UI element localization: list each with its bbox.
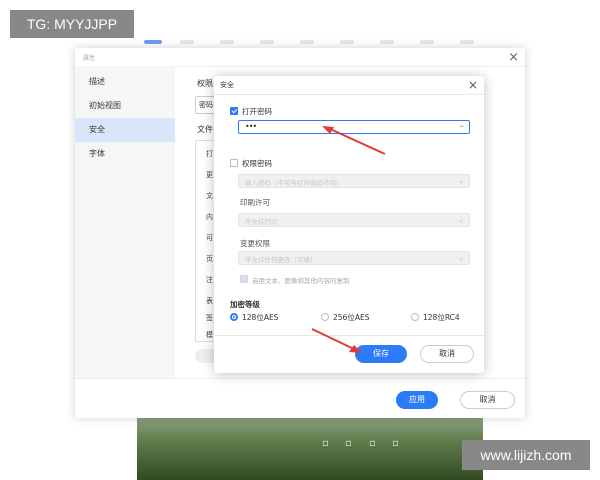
chevron-down-icon: ⌄ — [458, 216, 464, 224]
list-item: 文 — [206, 192, 213, 200]
close-icon[interactable]: × — [508, 50, 519, 65]
copy-content-label: 启用文本、图像和其他内容的复制 — [252, 277, 350, 285]
list-item: 表 — [206, 297, 213, 305]
sidebar-item-label: 初始视图 — [89, 101, 121, 110]
print-value: 不允许打印 — [245, 218, 278, 226]
list-item: 可 — [206, 234, 213, 242]
open-password-checkbox[interactable] — [230, 107, 238, 115]
dialog-title: 安全 — [220, 81, 234, 89]
print-label: 印刷许可 — [240, 198, 270, 207]
encryption-option-aes128: 128位AES — [242, 313, 279, 322]
encryption-radio-aes256[interactable] — [321, 313, 329, 321]
chevron-down-icon: ⌄ — [458, 177, 464, 185]
properties-sidebar: 描述 初始视图 安全 字体 — [75, 66, 175, 378]
cancel-button[interactable]: 取消 — [460, 391, 515, 409]
change-permission-label: 变更权限 — [240, 239, 270, 248]
save-button[interactable]: 保存 — [355, 345, 407, 363]
sidebar-item-label: 安全 — [89, 125, 105, 134]
sidebar-item-security[interactable]: 安全 — [75, 118, 175, 142]
properties-header: 属性 × — [75, 48, 525, 67]
background-photo: ▫ ▫ ▫ ▫ — [137, 418, 483, 480]
dialog-header: 安全 × — [214, 76, 484, 95]
cancel-button[interactable]: 取消 — [420, 345, 474, 363]
encryption-level-label: 加密等级 — [230, 300, 260, 309]
open-password-input[interactable]: ••• ⌣ — [238, 120, 470, 134]
list-item: 页 — [206, 255, 213, 263]
list-item: 模 — [206, 331, 213, 339]
change-permission-select[interactable]: 不允许任何更改（可填） ⌄ — [238, 251, 470, 265]
encryption-option-aes256: 256位AES — [333, 313, 370, 322]
file-label: 文件 — [197, 125, 213, 134]
permission-password-label: 权限密码 — [242, 159, 272, 168]
list-item: 更 — [206, 171, 213, 179]
properties-footer: 应用 取消 — [75, 378, 525, 419]
close-icon[interactable]: × — [468, 78, 478, 92]
list-item: 内 — [206, 213, 213, 221]
copy-content-checkbox[interactable] — [240, 275, 248, 283]
password-field-label: 密码 — [199, 101, 213, 109]
watermark-site: www.lijizh.com — [462, 440, 590, 470]
encryption-radio-rc4[interactable] — [411, 313, 419, 321]
permissions-label: 权限 — [197, 79, 213, 88]
change-permission-value: 不允许任何更改（可填） — [245, 256, 317, 264]
encryption-radio-aes128[interactable] — [230, 313, 238, 321]
properties-title: 属性 — [83, 55, 96, 62]
chevron-down-icon: ⌄ — [458, 254, 464, 262]
eye-icon[interactable]: ⌣ — [459, 122, 464, 131]
sidebar-item-fonts[interactable]: 字体 — [75, 142, 175, 166]
list-item: 打 — [206, 150, 213, 158]
list-item: 注 — [206, 276, 213, 284]
print-select[interactable]: 不允许打印 ⌄ — [238, 213, 470, 227]
open-password-label: 打开密码 — [242, 107, 272, 116]
list-item: 签 — [206, 314, 213, 322]
open-password-value: ••• — [245, 122, 257, 131]
apply-button[interactable]: 应用 — [396, 391, 438, 409]
sidebar-item-description[interactable]: 描述 — [75, 70, 175, 94]
permission-password-placeholder: 输入密码（不可与打开密码不同） — [245, 179, 343, 187]
permission-password-input[interactable]: 输入密码（不可与打开密码不同） ⌄ — [238, 174, 470, 188]
sidebar-item-label: 描述 — [89, 77, 105, 86]
sidebar-item-label: 字体 — [89, 149, 105, 158]
watermark-tg: TG: MYYJJPP — [10, 10, 134, 38]
dialog-footer: 保存 取消 — [214, 335, 484, 374]
permission-password-checkbox[interactable] — [230, 159, 238, 167]
sidebar-item-initial-view[interactable]: 初始视图 — [75, 94, 175, 118]
security-dialog: 安全 × 打开密码 ••• ⌣ 权限密码 输入密码（不可与打开密码不同） ⌄ 印… — [214, 76, 484, 373]
background-toolbar — [140, 36, 540, 48]
encryption-option-rc4: 128位RC4 — [423, 313, 460, 322]
